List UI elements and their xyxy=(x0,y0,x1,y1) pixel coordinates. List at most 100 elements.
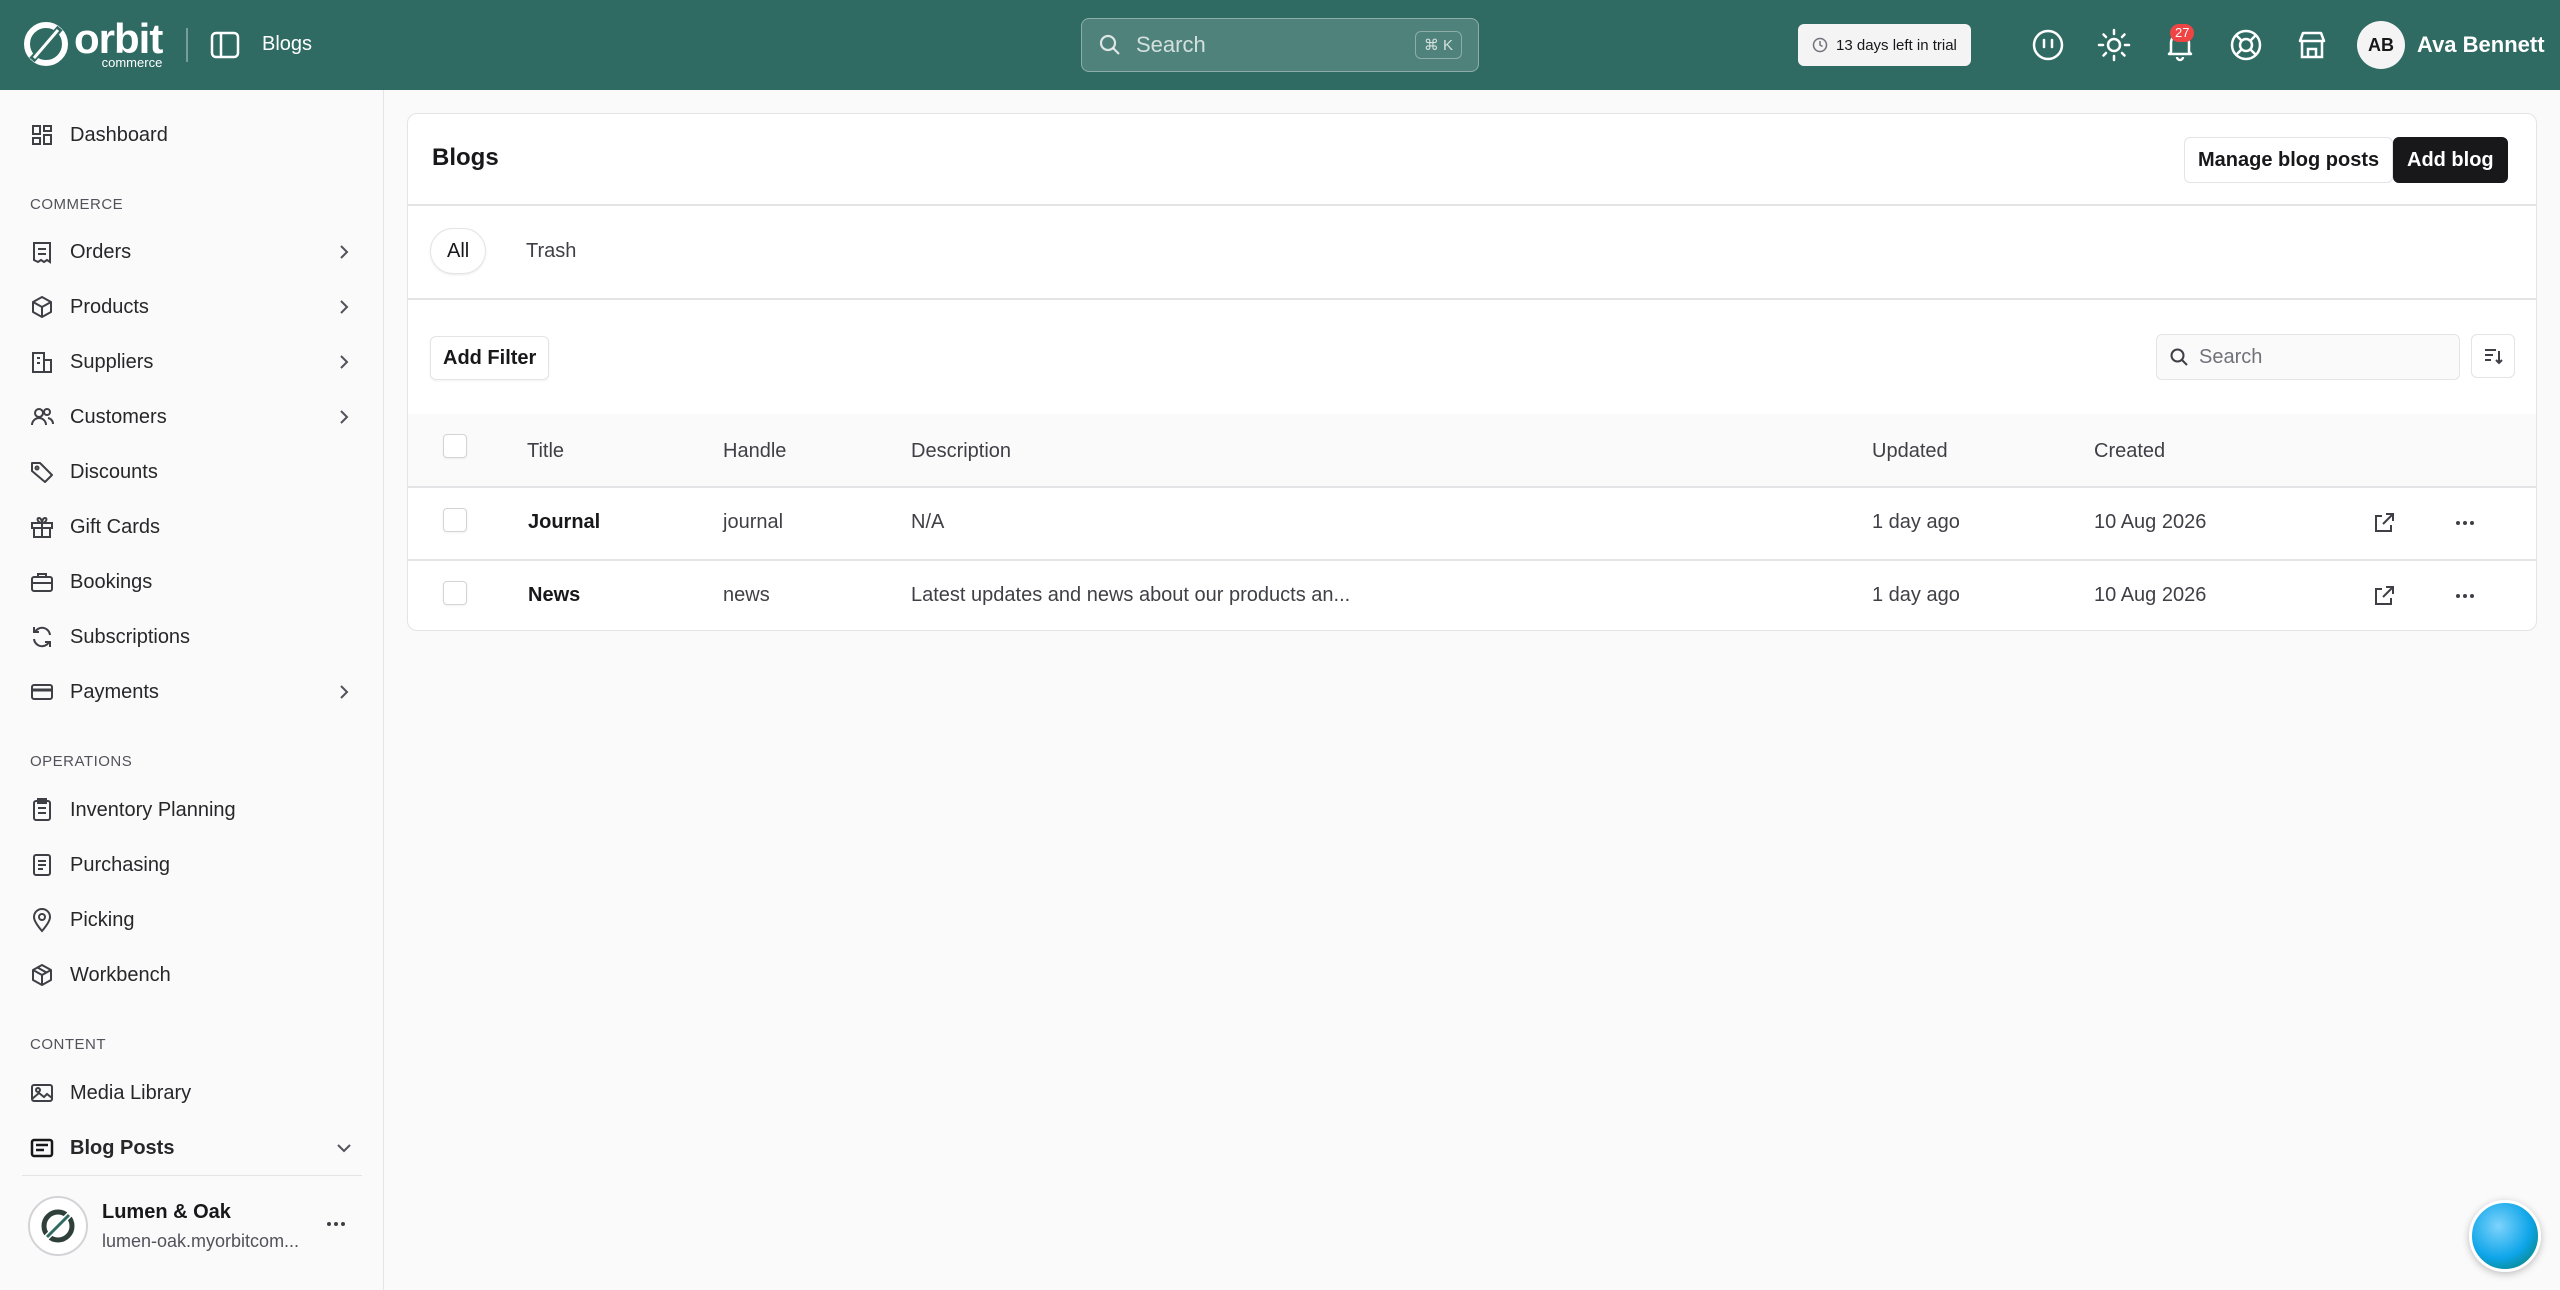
sidebar-item-customers[interactable]: Customers xyxy=(22,395,362,439)
customers-icon xyxy=(31,408,55,426)
dashboard-icon xyxy=(32,125,52,145)
chevron-right-icon xyxy=(340,685,349,699)
row-checkbox[interactable] xyxy=(443,508,467,532)
row-checkbox[interactable] xyxy=(443,581,467,605)
sidebar-item-workbench[interactable]: Workbench xyxy=(22,953,362,997)
sidebar-item-label: Suppliers xyxy=(70,350,154,373)
page-title: Blogs xyxy=(432,144,499,171)
user-avatar[interactable]: AB xyxy=(2357,21,2405,69)
sidebar-item-media-library[interactable]: Media Library xyxy=(22,1071,362,1115)
table-search-input[interactable]: Search xyxy=(2156,334,2460,380)
sidebar-item-label: Orders xyxy=(70,240,132,263)
help-lifebuoy-icon[interactable] xyxy=(2228,27,2264,63)
trial-badge[interactable]: 13 days left in trial xyxy=(1798,24,1971,66)
storefront-icon[interactable] xyxy=(2294,27,2330,63)
column-header-updated[interactable]: Updated xyxy=(1872,440,1948,463)
cell-title: Journal xyxy=(528,511,601,533)
sidebar-toggle-icon[interactable] xyxy=(208,29,242,61)
purchasing-icon xyxy=(33,854,51,876)
brand-logo[interactable]: orbit commerce xyxy=(22,18,163,69)
sidebar-item-subscriptions[interactable]: Subscriptions xyxy=(22,615,362,659)
external-link-icon[interactable] xyxy=(2370,509,2398,537)
bookings-briefcase-icon xyxy=(31,573,53,592)
sidebar-item-gift-cards[interactable]: Gift Cards xyxy=(22,505,362,549)
ai-assistant-icon[interactable] xyxy=(2030,27,2066,63)
gift-icon xyxy=(31,516,53,538)
sort-icon xyxy=(2485,349,2503,365)
section-label-content: CONTENT xyxy=(30,1036,106,1053)
topbar-divider xyxy=(186,28,188,62)
theme-sun-icon[interactable] xyxy=(2096,27,2132,63)
discounts-icon xyxy=(31,462,53,483)
cell-created: 10 Aug 2026 xyxy=(2094,584,2207,606)
sidebar-item-orders[interactable]: Orders xyxy=(22,230,362,274)
tab-all[interactable]: All xyxy=(430,228,487,274)
more-horizontal-icon[interactable] xyxy=(2451,582,2479,610)
sidebar-item-label: Workbench xyxy=(70,963,171,986)
global-search[interactable]: Search ⌘ K xyxy=(1081,18,1479,72)
sidebar-item-discounts[interactable]: Discounts xyxy=(22,450,362,494)
chevron-down-icon xyxy=(337,1144,351,1153)
sidebar-item-label: Gift Cards xyxy=(70,515,161,538)
package-icon xyxy=(32,964,52,986)
add-blog-button[interactable]: Add blog xyxy=(2393,137,2508,183)
image-icon xyxy=(31,1084,53,1102)
table-search-placeholder: Search xyxy=(2199,345,2263,368)
sidebar-item-payments[interactable]: Payments xyxy=(22,670,362,714)
clipboard-icon xyxy=(33,798,51,821)
column-header-created[interactable]: Created xyxy=(2094,440,2165,463)
sort-button[interactable] xyxy=(2471,334,2515,378)
sidebar-item-purchasing[interactable]: Purchasing xyxy=(22,843,362,887)
more-horizontal-icon[interactable] xyxy=(2451,509,2479,537)
cell-title: News xyxy=(528,584,581,606)
sidebar-item-label: Products xyxy=(70,295,149,318)
notification-badge: 27 xyxy=(2170,24,2195,42)
table-row[interactable]: Journal journal N/A 1 day ago 10 Aug 202… xyxy=(408,487,2536,559)
add-filter-button[interactable]: Add Filter xyxy=(430,336,550,380)
more-horizontal-icon[interactable] xyxy=(322,1210,350,1238)
store-switcher[interactable]: Lumen & Oak lumen-oak.myorbitcom... xyxy=(22,1175,362,1285)
select-all-checkbox[interactable] xyxy=(443,434,467,458)
sidebar-item-label: Purchasing xyxy=(70,853,171,876)
sidebar-item-blog-posts[interactable]: Blog Posts xyxy=(22,1126,362,1170)
cell-handle: journal xyxy=(723,511,784,533)
section-label-operations: OPERATIONS xyxy=(30,753,133,770)
chevron-right-icon xyxy=(340,300,349,314)
chevron-right-icon xyxy=(340,245,349,259)
trial-text: 13 days left in trial xyxy=(1836,36,1957,54)
sidebar-item-suppliers[interactable]: Suppliers xyxy=(22,340,362,384)
cell-handle: news xyxy=(723,584,770,606)
sidebar-item-label: Payments xyxy=(70,680,159,703)
sidebar-item-picking[interactable]: Picking xyxy=(22,898,362,942)
orders-icon xyxy=(33,242,51,264)
cell-description: Latest updates and news about our produc… xyxy=(911,584,1351,606)
tab-trash[interactable]: Trash xyxy=(510,228,592,274)
store-avatar xyxy=(28,1196,88,1256)
sidebar-item-label: Inventory Planning xyxy=(70,798,236,821)
divider xyxy=(408,298,2536,300)
store-url: lumen-oak.myorbitcom... xyxy=(102,1231,300,1251)
chat-assistant-button[interactable] xyxy=(2469,1200,2541,1272)
column-header-handle[interactable]: Handle xyxy=(723,440,786,463)
sidebar-item-inventory-planning[interactable]: Inventory Planning xyxy=(22,788,362,832)
blogs-card: Blogs Manage blog posts Add blog All Tra… xyxy=(407,113,2537,631)
sidebar-item-bookings[interactable]: Bookings xyxy=(22,560,362,604)
chevron-right-icon xyxy=(340,355,349,369)
external-link-icon[interactable] xyxy=(2370,582,2398,610)
clock-icon xyxy=(1812,37,1828,53)
manage-blog-posts-button[interactable]: Manage blog posts xyxy=(2184,137,2394,183)
user-name[interactable]: Ava Bennett xyxy=(2417,32,2545,58)
suppliers-icon xyxy=(32,352,52,373)
section-label-commerce: COMMERCE xyxy=(30,196,124,213)
cell-updated: 1 day ago xyxy=(1872,511,1960,533)
sidebar-item-dashboard[interactable]: Dashboard xyxy=(22,113,362,157)
table-row[interactable]: News news Latest updates and news about … xyxy=(408,560,2536,630)
sidebar-item-label: Dashboard xyxy=(70,123,168,146)
orbit-logo-icon xyxy=(24,21,68,66)
sidebar-item-products[interactable]: Products xyxy=(22,285,362,329)
credit-card-icon xyxy=(31,684,53,700)
sidebar-item-label: Discounts xyxy=(70,460,158,483)
column-header-title[interactable]: Title xyxy=(527,440,564,463)
column-header-description[interactable]: Description xyxy=(911,440,1011,463)
top-bar: orbit commerce Blogs Search ⌘ K 13 days … xyxy=(0,0,2560,90)
